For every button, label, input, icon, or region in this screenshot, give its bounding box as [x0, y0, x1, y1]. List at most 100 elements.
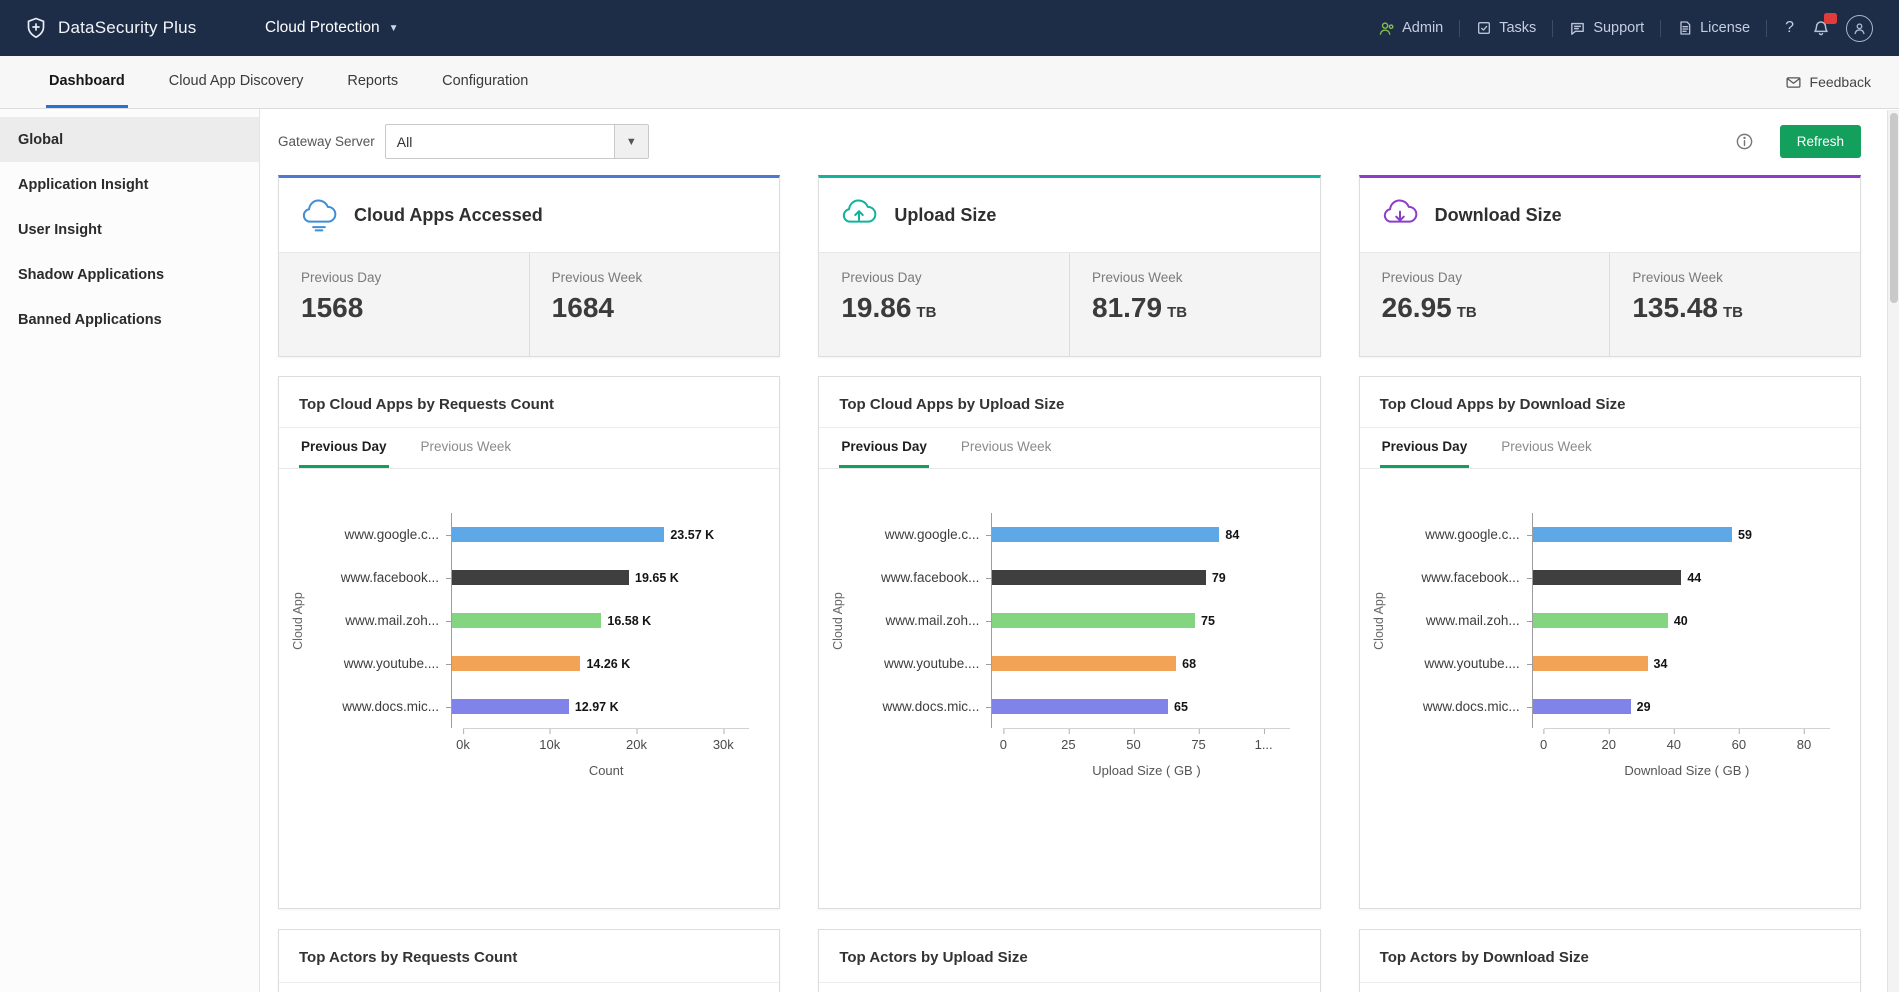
feedback-button[interactable]: Feedback [1785, 56, 1871, 108]
chart-tab-previous-day[interactable]: Previous Day [1380, 428, 1470, 468]
bar-track: 75 [991, 599, 1289, 642]
tab-reports[interactable]: Reports [344, 56, 401, 108]
bar-track: 12.97 K [451, 685, 749, 728]
stat-unit: TB [916, 304, 936, 321]
chart-tabs: Previous Day Previous Week [819, 428, 1319, 469]
bar-value-label: 23.57 K [670, 528, 714, 542]
notifications-button[interactable] [1812, 19, 1830, 37]
support-label: Support [1593, 20, 1644, 36]
tab-cloud-app-discovery[interactable]: Cloud App Discovery [166, 56, 307, 108]
bar-category-label: www.mail.zoh... [851, 613, 991, 628]
bar-category-label: www.youtube.... [1392, 656, 1532, 671]
sidebar-item-shadow-applications[interactable]: Shadow Applications [0, 252, 259, 297]
chart-tab-previous-day[interactable]: Previous Day [299, 428, 389, 468]
bar-value-label: 34 [1654, 657, 1668, 671]
cloud-apps-icon [299, 195, 339, 235]
bar-value-label: 59 [1738, 528, 1752, 542]
summary-card: Cloud Apps Accessed Previous Day 1568 Pr… [278, 175, 780, 357]
chevron-down-icon: ▼ [614, 125, 648, 158]
bar[interactable] [1533, 570, 1682, 585]
bar-row: www.facebook...19.65 K [311, 556, 749, 599]
content: Gateway Server All ▼ Refresh [260, 109, 1899, 992]
toolbar: Gateway Server All ▼ Refresh [278, 124, 1861, 159]
previous-day-stat: Previous Day 26.95TB [1360, 253, 1610, 356]
bar-row: www.docs.mic... 65 [851, 685, 1289, 728]
vertical-scrollbar[interactable] [1887, 110, 1899, 992]
bottom-card: Top Actors by Upload Size [818, 929, 1320, 992]
tab-dashboard[interactable]: Dashboard [46, 56, 128, 108]
sidebar-item-user-insight[interactable]: User Insight [0, 207, 259, 252]
license-label: License [1700, 20, 1750, 36]
bar-value-label: 65 [1174, 700, 1188, 714]
bar[interactable] [1533, 527, 1732, 542]
scrollbar-thumb[interactable] [1890, 113, 1898, 303]
chart-tab-previous-week[interactable]: Previous Week [419, 428, 514, 468]
stat-label: Previous Week [1632, 270, 1860, 285]
info-icon[interactable] [1735, 132, 1754, 151]
refresh-button[interactable]: Refresh [1780, 125, 1861, 158]
previous-day-stat: Previous Day 1568 [279, 253, 529, 356]
bar[interactable] [452, 656, 580, 671]
bar-value-label: 44 [1687, 571, 1701, 585]
cloud-download-icon [1380, 195, 1420, 235]
bar[interactable] [992, 570, 1206, 585]
bar-track: 84 [991, 513, 1289, 556]
bar-value-label: 19.65 K [635, 571, 679, 585]
chart-cards-row: Top Cloud Apps by Requests Count Previou… [278, 376, 1861, 909]
y-axis-title: Cloud App [831, 592, 845, 650]
bar[interactable] [1533, 699, 1631, 714]
bar-chart: Cloud App www.google.c...23.57 Kwww.face… [279, 469, 779, 778]
sidebar-item-global[interactable]: Global [0, 117, 259, 162]
license-link[interactable]: License [1677, 20, 1750, 36]
chart-tab-previous-day[interactable]: Previous Day [839, 428, 929, 468]
bar-rows: www.google.c...59www.facebook...44www.ma… [1392, 513, 1830, 728]
bar-value-label: 16.58 K [607, 614, 651, 628]
tasks-link[interactable]: Tasks [1476, 20, 1536, 36]
module-switcher[interactable]: Cloud Protection ▼ [265, 19, 399, 37]
bar[interactable] [992, 656, 1176, 671]
bar-value-label: 75 [1201, 614, 1215, 628]
chart-tab-previous-week[interactable]: Previous Week [959, 428, 1054, 468]
tasks-icon [1476, 20, 1492, 36]
chart-tab-previous-week[interactable]: Previous Week [1499, 428, 1594, 468]
bottom-card-title: Top Actors by Download Size [1360, 930, 1860, 983]
stat-label: Previous Week [552, 270, 780, 285]
bar[interactable] [1533, 613, 1668, 628]
chart-title: Top Cloud Apps by Download Size [1360, 377, 1860, 428]
x-axis-tick: 60 [1732, 737, 1746, 752]
sidebar: Global Application Insight User Insight … [0, 109, 260, 992]
x-axis-tick: 0 [1540, 737, 1547, 752]
bar-row: www.google.c...84 [851, 513, 1289, 556]
bar[interactable] [452, 527, 664, 542]
bar[interactable] [992, 613, 1195, 628]
tab-configuration[interactable]: Configuration [439, 56, 531, 108]
feedback-label: Feedback [1810, 74, 1871, 90]
gateway-server-select[interactable]: All ▼ [385, 124, 649, 159]
stat-unit: TB [1457, 304, 1477, 321]
x-axis-tick: 80 [1797, 737, 1811, 752]
bar-chart: Cloud App www.google.c...59www.facebook.… [1360, 469, 1860, 778]
user-avatar[interactable] [1846, 15, 1873, 42]
bar-value-label: 79 [1212, 571, 1226, 585]
bar-track: 23.57 K [451, 513, 749, 556]
main-area: Global Application Insight User Insight … [0, 109, 1899, 992]
sidebar-item-banned-applications[interactable]: Banned Applications [0, 297, 259, 342]
support-link[interactable]: Support [1569, 20, 1644, 37]
admin-link[interactable]: Admin [1378, 20, 1443, 37]
bar[interactable] [452, 570, 629, 585]
x-axis-tick: 0 [1000, 737, 1007, 752]
sidebar-item-application-insight[interactable]: Application Insight [0, 162, 259, 207]
help-icon[interactable]: ? [1783, 19, 1796, 37]
separator [1459, 20, 1460, 37]
bar[interactable] [1533, 656, 1648, 671]
license-icon [1677, 20, 1693, 36]
bar[interactable] [452, 699, 569, 714]
stat-value: 135.48TB [1632, 292, 1860, 324]
bar[interactable] [452, 613, 601, 628]
bar-category-label: www.docs.mic... [851, 699, 991, 714]
bar-row: www.youtube....14.26 K [311, 642, 749, 685]
bar[interactable] [992, 699, 1168, 714]
bar[interactable] [992, 527, 1219, 542]
bar-track: 59 [1532, 513, 1830, 556]
x-axis: 02550751... [1003, 728, 1289, 754]
